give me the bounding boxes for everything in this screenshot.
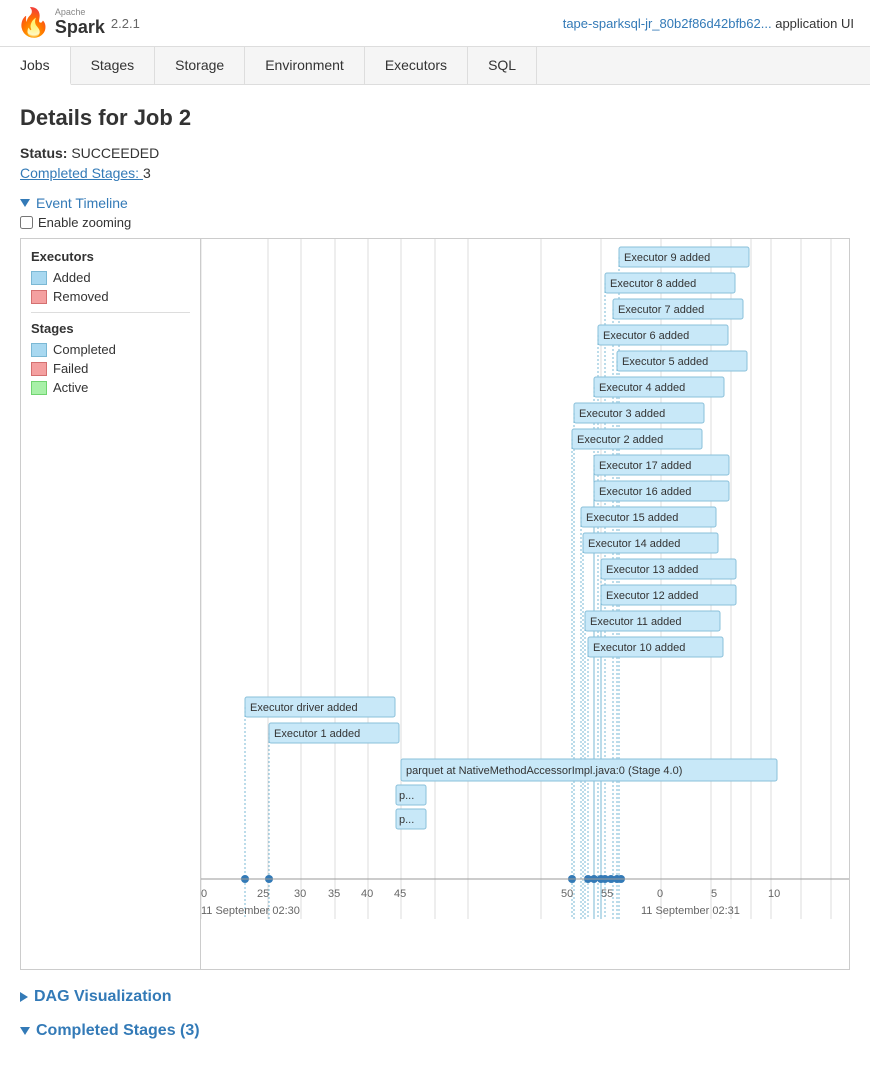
spark-word: Spark bbox=[55, 17, 105, 37]
completed-stages-line: Completed Stages: 3 bbox=[20, 165, 850, 181]
svg-text:35: 35 bbox=[328, 888, 340, 900]
svg-text:p...: p... bbox=[399, 814, 414, 826]
nav-executors[interactable]: Executors bbox=[365, 47, 468, 84]
svg-text:Executor 6 added: Executor 6 added bbox=[603, 330, 689, 342]
executors-legend-title: Executors bbox=[31, 249, 190, 264]
svg-text:Executor 3 added: Executor 3 added bbox=[579, 408, 665, 420]
timeline-svg: Executor 9 added Executor 8 added Execut… bbox=[201, 239, 849, 969]
legend-added: Added bbox=[31, 270, 190, 285]
completed-legend-box bbox=[31, 343, 47, 357]
main-nav: Jobs Stages Storage Environment Executor… bbox=[0, 47, 870, 85]
svg-text:Executor 11 added: Executor 11 added bbox=[590, 616, 682, 628]
enable-zoom-label: Enable zooming bbox=[38, 215, 131, 230]
nav-storage[interactable]: Storage bbox=[155, 47, 245, 84]
completed-label: Completed bbox=[53, 342, 116, 357]
stages-legend-title: Stages bbox=[31, 321, 190, 336]
legend-failed: Failed bbox=[31, 361, 190, 376]
svg-text:Executor 16 added: Executor 16 added bbox=[599, 486, 691, 498]
dag-visualization-link[interactable]: DAG Visualization bbox=[34, 988, 172, 1006]
completed-stages-section-link[interactable]: Completed Stages (3) bbox=[36, 1022, 200, 1040]
svg-text:11 September 02:31: 11 September 02:31 bbox=[641, 905, 740, 917]
event-timeline-label: Event Timeline bbox=[36, 195, 128, 211]
app-header: 🔥 Apache Spark 2.2.1 tape-sparksql-jr_80… bbox=[0, 0, 870, 47]
svg-text:Executor 17 added: Executor 17 added bbox=[599, 460, 691, 472]
svg-text:45: 45 bbox=[394, 888, 406, 900]
svg-text:11 September 02:30: 11 September 02:30 bbox=[201, 905, 300, 917]
removed-legend-box bbox=[31, 290, 47, 304]
svg-text:55: 55 bbox=[601, 888, 613, 900]
page-content: Details for Job 2 Status: SUCCEEDED Comp… bbox=[0, 85, 870, 1066]
app-id: tape-sparksql-jr_80b2f86d42bfb62... bbox=[563, 16, 772, 31]
failed-legend-box bbox=[31, 362, 47, 376]
svg-text:0: 0 bbox=[201, 888, 207, 900]
timeline-chart: Executors Added Removed Stages Completed… bbox=[20, 238, 850, 970]
status-label: Status: bbox=[20, 145, 67, 161]
added-legend-box bbox=[31, 271, 47, 285]
removed-label: Removed bbox=[53, 289, 109, 304]
svg-text:Executor 13 added: Executor 13 added bbox=[606, 564, 698, 576]
svg-text:parquet at NativeMethodAccesso: parquet at NativeMethodAccessorImpl.java… bbox=[406, 765, 682, 777]
completed-stages-count: 3 bbox=[143, 165, 151, 181]
dag-visualization-toggle[interactable]: DAG Visualization bbox=[20, 988, 850, 1006]
nav-jobs[interactable]: Jobs bbox=[0, 47, 71, 85]
nav-stages[interactable]: Stages bbox=[71, 47, 156, 84]
svg-text:Executor 9 added: Executor 9 added bbox=[624, 252, 710, 264]
svg-text:Executor 7 added: Executor 7 added bbox=[618, 304, 704, 316]
collapse-icon bbox=[20, 199, 30, 207]
svg-text:Executor 15 added: Executor 15 added bbox=[586, 512, 678, 524]
sections: DAG Visualization Completed Stages (3) bbox=[20, 988, 850, 1040]
added-label: Added bbox=[53, 270, 91, 285]
app-suffix: application UI bbox=[775, 16, 854, 31]
apache-text: Apache bbox=[55, 8, 105, 17]
completed-stages-toggle[interactable]: Completed Stages (3) bbox=[20, 1022, 850, 1040]
nav-environment[interactable]: Environment bbox=[245, 47, 365, 84]
svg-text:Executor driver added: Executor driver added bbox=[250, 702, 358, 714]
svg-text:25: 25 bbox=[257, 888, 269, 900]
status-value: SUCCEEDED bbox=[71, 145, 159, 161]
enable-zoom-row: Enable zooming bbox=[20, 215, 850, 230]
svg-text:Executor 2 added: Executor 2 added bbox=[577, 434, 663, 446]
version-text: 2.2.1 bbox=[111, 16, 140, 31]
svg-text:30: 30 bbox=[294, 888, 306, 900]
active-legend-box bbox=[31, 381, 47, 395]
svg-text:0: 0 bbox=[657, 888, 663, 900]
svg-text:Executor 5 added: Executor 5 added bbox=[622, 356, 708, 368]
failed-label: Failed bbox=[53, 361, 88, 376]
page-title: Details for Job 2 bbox=[20, 105, 850, 131]
svg-text:Executor 1 added: Executor 1 added bbox=[274, 728, 360, 740]
svg-text:Executor 8 added: Executor 8 added bbox=[610, 278, 696, 290]
svg-text:Executor 4 added: Executor 4 added bbox=[599, 382, 685, 394]
svg-text:40: 40 bbox=[361, 888, 373, 900]
legend-completed: Completed bbox=[31, 342, 190, 357]
svg-text:Executor 12 added: Executor 12 added bbox=[606, 590, 698, 602]
svg-text:5: 5 bbox=[711, 888, 717, 900]
legend-active: Active bbox=[31, 380, 190, 395]
svg-text:Executor 10 added: Executor 10 added bbox=[593, 642, 685, 654]
collapse-stages-icon bbox=[20, 1027, 30, 1035]
legend-removed: Removed bbox=[31, 289, 190, 304]
spark-flame-icon: 🔥 bbox=[16, 9, 51, 37]
svg-text:10: 10 bbox=[768, 888, 780, 900]
expand-icon bbox=[20, 992, 28, 1002]
chart-area: Executor 9 added Executor 8 added Execut… bbox=[201, 239, 849, 969]
svg-text:50: 50 bbox=[561, 888, 573, 900]
status-line: Status: SUCCEEDED bbox=[20, 145, 850, 161]
event-timeline-toggle[interactable]: Event Timeline bbox=[20, 195, 850, 211]
timeline-legend: Executors Added Removed Stages Completed… bbox=[21, 239, 201, 969]
completed-stages-link[interactable]: Completed Stages: bbox=[20, 165, 143, 181]
app-info: tape-sparksql-jr_80b2f86d42bfb62... appl… bbox=[563, 16, 854, 31]
svg-text:Executor 14 added: Executor 14 added bbox=[588, 538, 680, 550]
legend-divider bbox=[31, 312, 190, 313]
enable-zoom-checkbox[interactable] bbox=[20, 216, 33, 229]
spark-logo: 🔥 Apache Spark bbox=[16, 8, 105, 38]
nav-sql[interactable]: SQL bbox=[468, 47, 537, 84]
active-label: Active bbox=[53, 380, 88, 395]
svg-text:p...: p... bbox=[399, 790, 414, 802]
logo-area: 🔥 Apache Spark 2.2.1 bbox=[16, 8, 140, 38]
